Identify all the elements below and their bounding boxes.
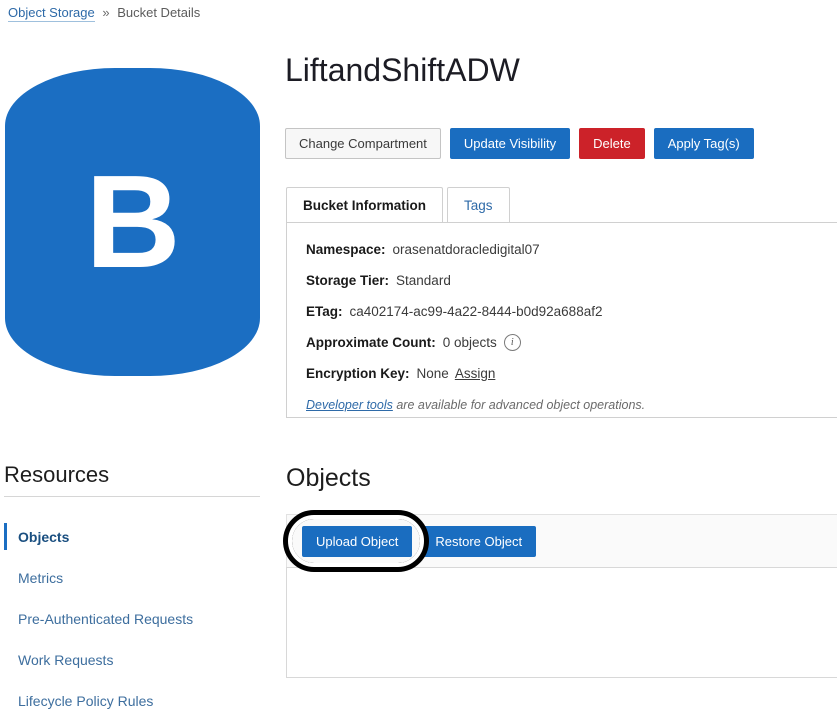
- developer-tools-note-text: are available for advanced object operat…: [396, 398, 646, 412]
- info-row-encryption-key: Encryption Key: None Assign: [306, 358, 826, 389]
- encryption-key-label: Encryption Key:: [306, 366, 410, 381]
- sidebar-item-label: Metrics: [18, 569, 64, 586]
- developer-tools-link[interactable]: Developer tools: [306, 398, 393, 412]
- breadcrumb-separator: »: [102, 5, 110, 20]
- assign-encryption-key-link[interactable]: Assign: [455, 366, 496, 381]
- namespace-value: orasenatdoracledigital07: [392, 242, 540, 257]
- info-row-storage-tier: Storage Tier: Standard: [306, 265, 826, 296]
- breadcrumb-link-object-storage[interactable]: Object Storage: [8, 5, 95, 22]
- breadcrumb: Object Storage » Bucket Details: [8, 4, 200, 22]
- action-bar: Change Compartment Update Visibility Del…: [285, 128, 754, 159]
- bucket-information-rows: Namespace: orasenatdoracledigital07 Stor…: [306, 234, 826, 412]
- sidebar-item-label: Objects: [18, 528, 70, 545]
- sidebar-item-label: Work Requests: [18, 651, 114, 668]
- upload-object-button[interactable]: Upload Object: [302, 526, 413, 557]
- info-row-etag: ETag: ca402174-ac99-4a22-8444-b0d92a688a…: [306, 296, 826, 327]
- tab-tags[interactable]: Tags: [447, 187, 510, 222]
- objects-toolbar-buttons: Upload Object Restore Object: [302, 526, 537, 557]
- resources-heading: Resources: [4, 462, 110, 487]
- approximate-count-value: 0 objects: [442, 335, 497, 350]
- objects-heading: Objects: [286, 464, 371, 492]
- sidebar-item-metrics[interactable]: Metrics: [4, 557, 274, 598]
- objects-table: [286, 567, 837, 678]
- bucket-icon: B: [5, 68, 260, 376]
- page-title: LiftandShiftADW: [285, 52, 520, 88]
- approximate-count-label: Approximate Count:: [306, 335, 436, 350]
- developer-tools-note: Developer tools are available for advanc…: [306, 398, 826, 412]
- etag-value: ca402174-ac99-4a22-8444-b0d92a688af2: [349, 304, 603, 319]
- update-visibility-button[interactable]: Update Visibility: [449, 128, 571, 159]
- info-row-namespace: Namespace: orasenatdoracledigital07: [306, 234, 826, 265]
- sidebar-item-pre-authenticated-requests[interactable]: Pre-Authenticated Requests: [4, 598, 274, 639]
- change-compartment-button[interactable]: Change Compartment: [285, 128, 441, 159]
- info-icon[interactable]: i: [503, 334, 521, 351]
- sidebar-item-label: Pre-Authenticated Requests: [18, 610, 194, 627]
- sidebar-item-work-requests[interactable]: Work Requests: [4, 639, 274, 680]
- tab-bucket-information[interactable]: Bucket Information: [286, 187, 444, 222]
- breadcrumb-current-bucket-details: Bucket Details: [117, 5, 201, 20]
- restore-object-button[interactable]: Restore Object: [421, 526, 537, 557]
- sidebar-item-objects[interactable]: Objects: [4, 516, 274, 557]
- resources-list: Objects Metrics Pre-Authenticated Reques…: [4, 516, 274, 721]
- namespace-label: Namespace:: [306, 242, 386, 257]
- tab-bar: Bucket Information Tags: [286, 186, 510, 222]
- storage-tier-value: Standard: [396, 273, 451, 288]
- apply-tags-button[interactable]: Apply Tag(s): [653, 128, 754, 159]
- delete-button[interactable]: Delete: [579, 128, 645, 159]
- storage-tier-label: Storage Tier:: [306, 273, 390, 288]
- resources-divider: [4, 496, 260, 497]
- info-row-approximate-count: Approximate Count: 0 objects i: [306, 327, 826, 358]
- encryption-key-value: None: [416, 366, 449, 381]
- sidebar-item-lifecycle-policy-rules[interactable]: Lifecycle Policy Rules: [4, 680, 274, 721]
- bucket-icon-letter: B: [85, 148, 180, 295]
- etag-label: ETag:: [306, 304, 343, 319]
- sidebar-item-label: Lifecycle Policy Rules: [18, 692, 154, 709]
